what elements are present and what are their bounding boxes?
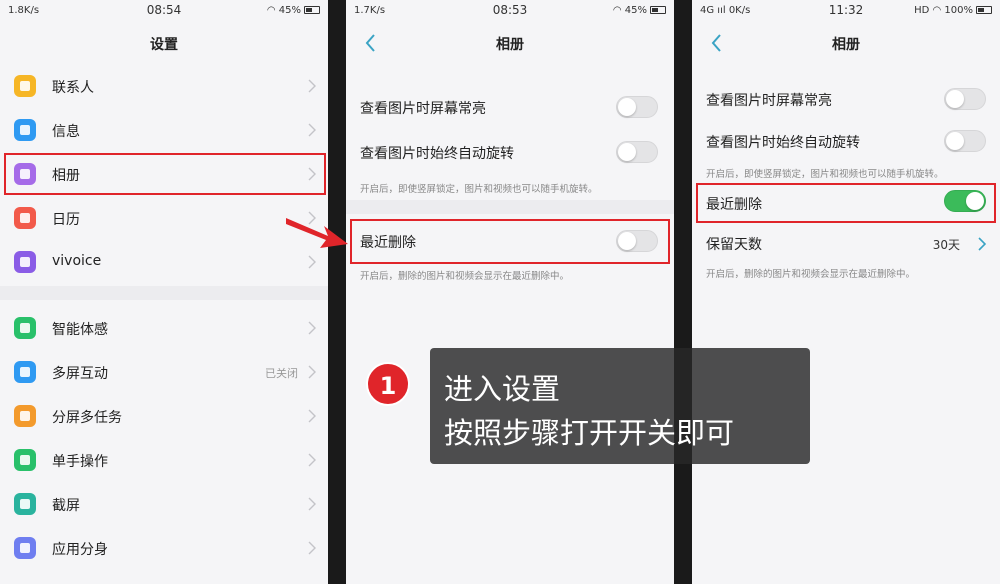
chevron-right-icon [308,409,316,423]
settings-item[interactable]: 信息 [0,108,328,152]
chevron-right-icon [308,321,316,335]
settings-item-label: 信息 [52,124,80,140]
recent-delete-description: 开启后，删除的图片和视频会显示在最近删除中。 [706,269,916,280]
wifi-icon: ◠ [932,5,942,16]
battery-icon [976,6,992,14]
battery-indicator: ◠ 45% [267,5,320,16]
settings-item-label: 应用分身 [52,542,108,558]
page-title: 相册 [832,37,860,53]
screenshot-icon [14,493,36,515]
settings-item-label: 单手操作 [52,454,108,470]
keep-screen-on-toggle[interactable] [944,88,986,110]
section-separator [0,286,328,300]
auto-rotate-label: 查看图片时始终自动旋转 [360,146,514,162]
battery-indicator: ◠ 45% [613,5,666,16]
chevron-right-icon [308,123,316,137]
messages-icon [14,119,36,141]
gallery-settings-screen-before: 1.7K/s 08:53 ◠ 45% 相册 查看图片时屏幕常亮 查看图片时始终自… [346,0,674,584]
battery-level: 100% [944,5,973,16]
auto-rotate-label: 查看图片时始终自动旋转 [706,135,860,151]
keep-screen-on-label: 查看图片时屏幕常亮 [360,101,486,117]
status-bar: 1.7K/s 08:53 ◠ 45% [346,0,674,22]
battery-level: 45% [624,5,647,16]
settings-screen: 1.8K/s 08:54 ◠ 45% 设置 联系人 信息 相册 日历 vivoice 智能… [0,0,328,584]
chevron-right-icon [308,541,316,555]
network-type: HD [914,5,930,16]
settings-item-value: 已关闭 [265,367,298,380]
calendar-icon [14,207,36,229]
settings-item-label: vivoice [52,253,102,269]
microphone-icon [14,251,36,273]
settings-item[interactable]: 分屏多任务 [0,394,328,438]
title-bar: 设置 [0,26,328,60]
motion-icon [14,317,36,339]
instruction-callout: 进入设置 按照步骤打开开关即可 [430,348,810,464]
title-bar: 相册 [346,26,674,60]
settings-item-label: 日历 [52,212,80,228]
settings-item[interactable]: vivoice [0,240,328,284]
settings-item[interactable]: 日历 [0,196,328,240]
battery-level: 45% [278,5,301,16]
recent-delete-highlight [350,219,670,264]
settings-item[interactable]: 联系人 [0,64,328,108]
callout-line-2: 按照步骤打开开关即可 [444,416,735,450]
step-number-badge: 1 [366,362,410,406]
chevron-right-icon [308,255,316,269]
keep-screen-on-label: 查看图片时屏幕常亮 [706,93,832,109]
settings-item[interactable]: 单手操作 [0,438,328,482]
retention-days-value: 30天 [932,238,960,252]
section-separator [346,200,674,214]
auto-rotate-toggle[interactable] [616,141,658,163]
split-screen-icon [14,405,36,427]
settings-item[interactable]: 智能体感 [0,306,328,350]
pointer-arrow-icon [286,218,348,248]
battery-icon [304,6,320,14]
page-title: 相册 [496,37,524,53]
chevron-right-icon[interactable] [978,237,986,251]
recent-delete-highlight [696,183,996,223]
retention-days-label[interactable]: 保留天数 [706,234,762,254]
settings-item-label: 智能体感 [52,322,108,338]
callout-line-1: 进入设置 [444,372,561,406]
settings-item-label: 截屏 [52,498,80,514]
chevron-right-icon [308,497,316,511]
battery-indicator: HD ◠ 100% [914,5,992,16]
keep-screen-on-toggle[interactable] [616,96,658,118]
app-clone-icon [14,537,36,559]
one-hand-icon [14,449,36,471]
auto-rotate-description: 开启后，即使竖屏锁定，图片和视频也可以随手机旋转。 [360,184,598,195]
wifi-icon: ◠ [612,5,622,16]
page-title: 设置 [150,37,178,53]
chevron-right-icon [308,453,316,467]
gallery-settings-screen-after: 4G ııl 0K/s 11:32 HD ◠ 100% 相册 查看图片时屏幕常亮… [692,0,1000,584]
chevron-right-icon [308,365,316,379]
auto-rotate-description: 开启后，即使竖屏锁定，图片和视频也可以随手机旋转。 [706,169,944,180]
wifi-icon: ◠ [266,5,276,16]
settings-item[interactable]: 截屏 [0,482,328,526]
contacts-icon [14,75,36,97]
title-bar: 相册 [692,26,1000,60]
auto-rotate-toggle[interactable] [944,130,986,152]
status-bar: 1.8K/s 08:54 ◠ 45% [0,0,328,22]
recent-delete-description: 开启后，删除的图片和视频会显示在最近删除中。 [360,271,570,282]
gallery-item-highlight [4,153,326,195]
settings-item[interactable]: 应用分身 [0,526,328,570]
settings-item-label: 分屏多任务 [52,410,122,426]
settings-item[interactable]: 多屏互动 已关闭 [0,350,328,394]
multiscreen-icon [14,361,36,383]
chevron-right-icon [308,79,316,93]
status-bar: 4G ııl 0K/s 11:32 HD ◠ 100% [692,0,1000,22]
settings-item-label: 多屏互动 [52,366,108,382]
settings-item-label: 联系人 [52,80,94,96]
battery-icon [650,6,666,14]
